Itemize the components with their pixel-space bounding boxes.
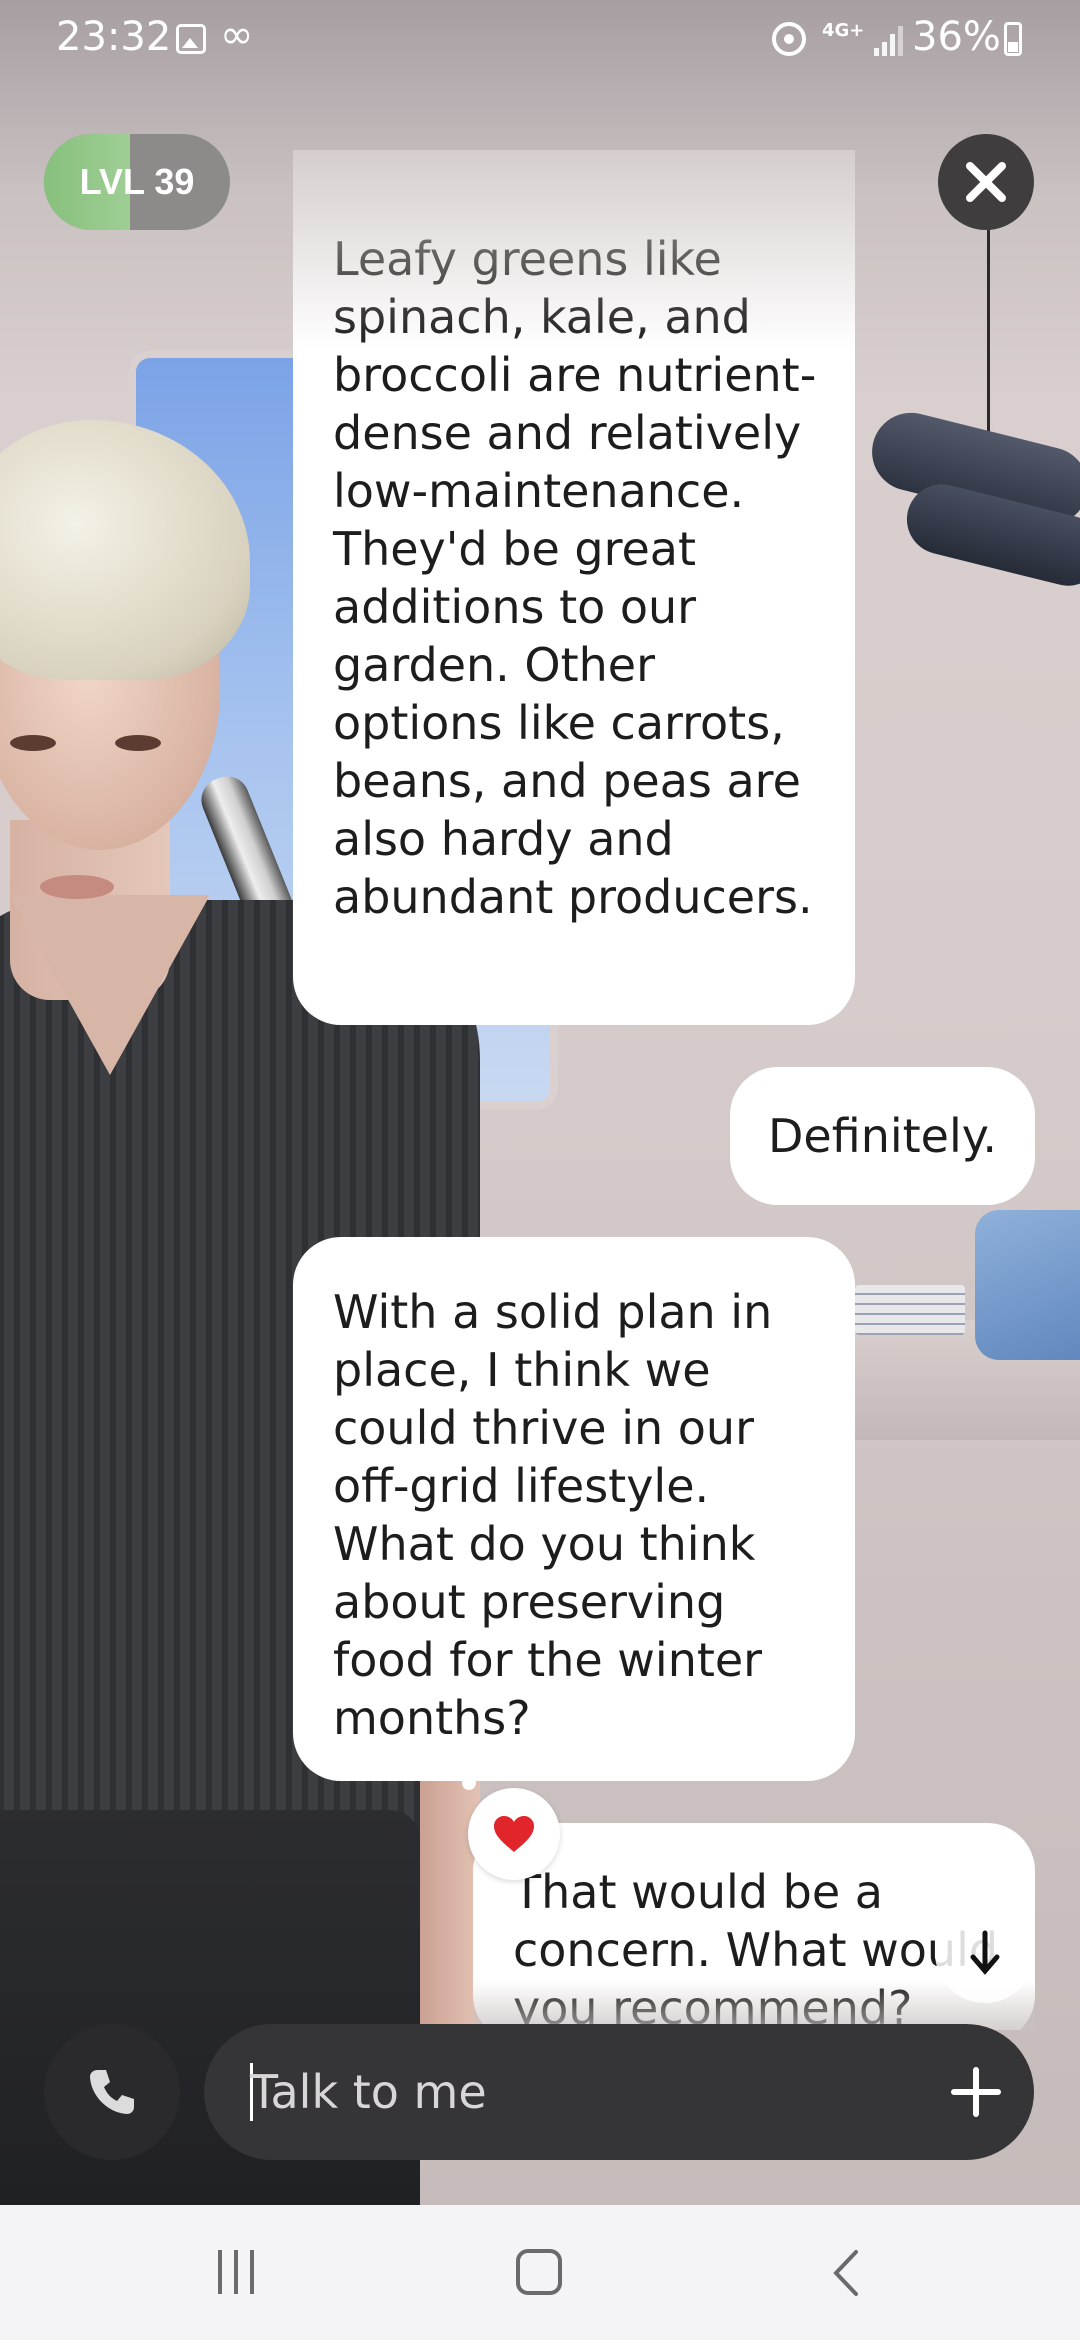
plus-icon xyxy=(951,2067,1001,2117)
phone-icon xyxy=(90,2070,134,2114)
message-bubble-user: Definitely. xyxy=(730,1067,1035,1205)
message-text: With a solid plan in place, I think we c… xyxy=(333,1285,773,1745)
recents-icon[interactable] xyxy=(212,2250,262,2294)
add-attachment-button[interactable] xyxy=(936,2052,1016,2132)
arrow-down-icon xyxy=(970,1930,1000,1975)
reaction-badge[interactable] xyxy=(468,1788,560,1880)
message-text: Definitely. xyxy=(768,1109,998,1163)
chat-thread[interactable]: Leafy greens like spinach, kale, and bro… xyxy=(0,0,1080,2030)
heart-icon xyxy=(494,1816,534,1852)
message-input-placeholder: Talk to me xyxy=(250,2065,487,2119)
back-icon[interactable] xyxy=(826,2246,866,2300)
call-button[interactable] xyxy=(44,2024,180,2160)
message-bubble-avatar: Leafy greens like spinach, kale, and bro… xyxy=(293,150,855,1025)
home-icon[interactable] xyxy=(516,2249,562,2295)
scroll-to-bottom-button[interactable] xyxy=(935,1903,1035,2003)
message-text: Leafy greens like spinach, kale, and bro… xyxy=(333,232,817,924)
reaction-tail xyxy=(462,1776,476,1790)
message-bubble-avatar: With a solid plan in place, I think we c… xyxy=(293,1237,855,1781)
